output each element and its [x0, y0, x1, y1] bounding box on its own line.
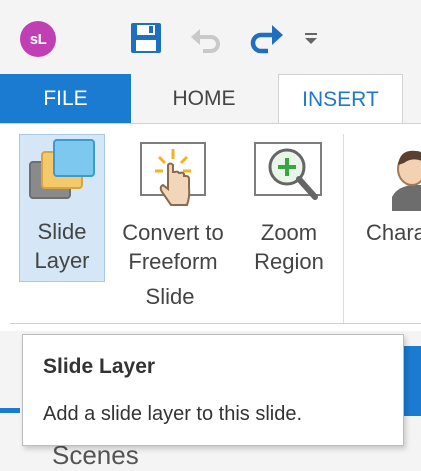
convert-freeform-label-1: Convert to	[122, 220, 224, 245]
user-avatar[interactable]: sL	[20, 21, 56, 57]
redo-button[interactable]	[246, 18, 286, 58]
slide-layer-button[interactable]: Slide Layer	[19, 134, 105, 282]
undo-icon	[191, 29, 220, 53]
group-separator	[343, 134, 344, 324]
quick-access-toolbar: sL	[0, 0, 421, 74]
zoom-region-label-1: Zoom	[260, 220, 318, 245]
slide-layer-label-2: Layer	[34, 248, 90, 273]
slide-layer-label-1: Slide	[37, 219, 87, 244]
character-icon	[362, 134, 421, 212]
convert-to-freeform-button[interactable]: Convert to Freeform	[110, 134, 236, 276]
ribbon-bottom-border	[10, 323, 421, 324]
dropdown-arrow-icon	[305, 33, 317, 44]
tooltip-description: Add a slide layer to this slide.	[43, 403, 303, 425]
zoom-region-button[interactable]: Zoom Region	[244, 134, 334, 276]
panel-accent	[0, 408, 20, 413]
tooltip-title: Slide Layer	[43, 355, 156, 378]
undo-button[interactable]	[186, 18, 226, 58]
characters-label: Chara	[366, 220, 421, 245]
ribbon-tabs: FILE HOME INSERT	[0, 74, 421, 125]
tab-insert[interactable]: INSERT	[278, 74, 403, 125]
customize-toolbar-button[interactable]	[296, 18, 326, 58]
group-label-slide: Slide	[145, 284, 195, 309]
zoom-region-icon	[251, 134, 327, 212]
convert-freeform-icon	[135, 134, 211, 212]
redo-icon	[250, 25, 283, 54]
scroll-accent	[404, 346, 421, 416]
tab-file[interactable]: FILE	[0, 74, 131, 124]
save-button[interactable]	[126, 18, 166, 58]
tab-home[interactable]: HOME	[131, 74, 277, 124]
characters-button[interactable]: Chara	[362, 134, 421, 247]
ribbon-panel: Slide Layer Convert to Freeform Zoom Reg…	[0, 123, 421, 331]
zoom-region-label-2: Region	[254, 249, 324, 274]
convert-freeform-label-2: Freeform	[128, 249, 218, 274]
slide-layer-icon	[24, 135, 100, 213]
tooltip: Slide Layer Add a slide layer to this sl…	[22, 334, 404, 446]
save-icon	[131, 23, 161, 53]
